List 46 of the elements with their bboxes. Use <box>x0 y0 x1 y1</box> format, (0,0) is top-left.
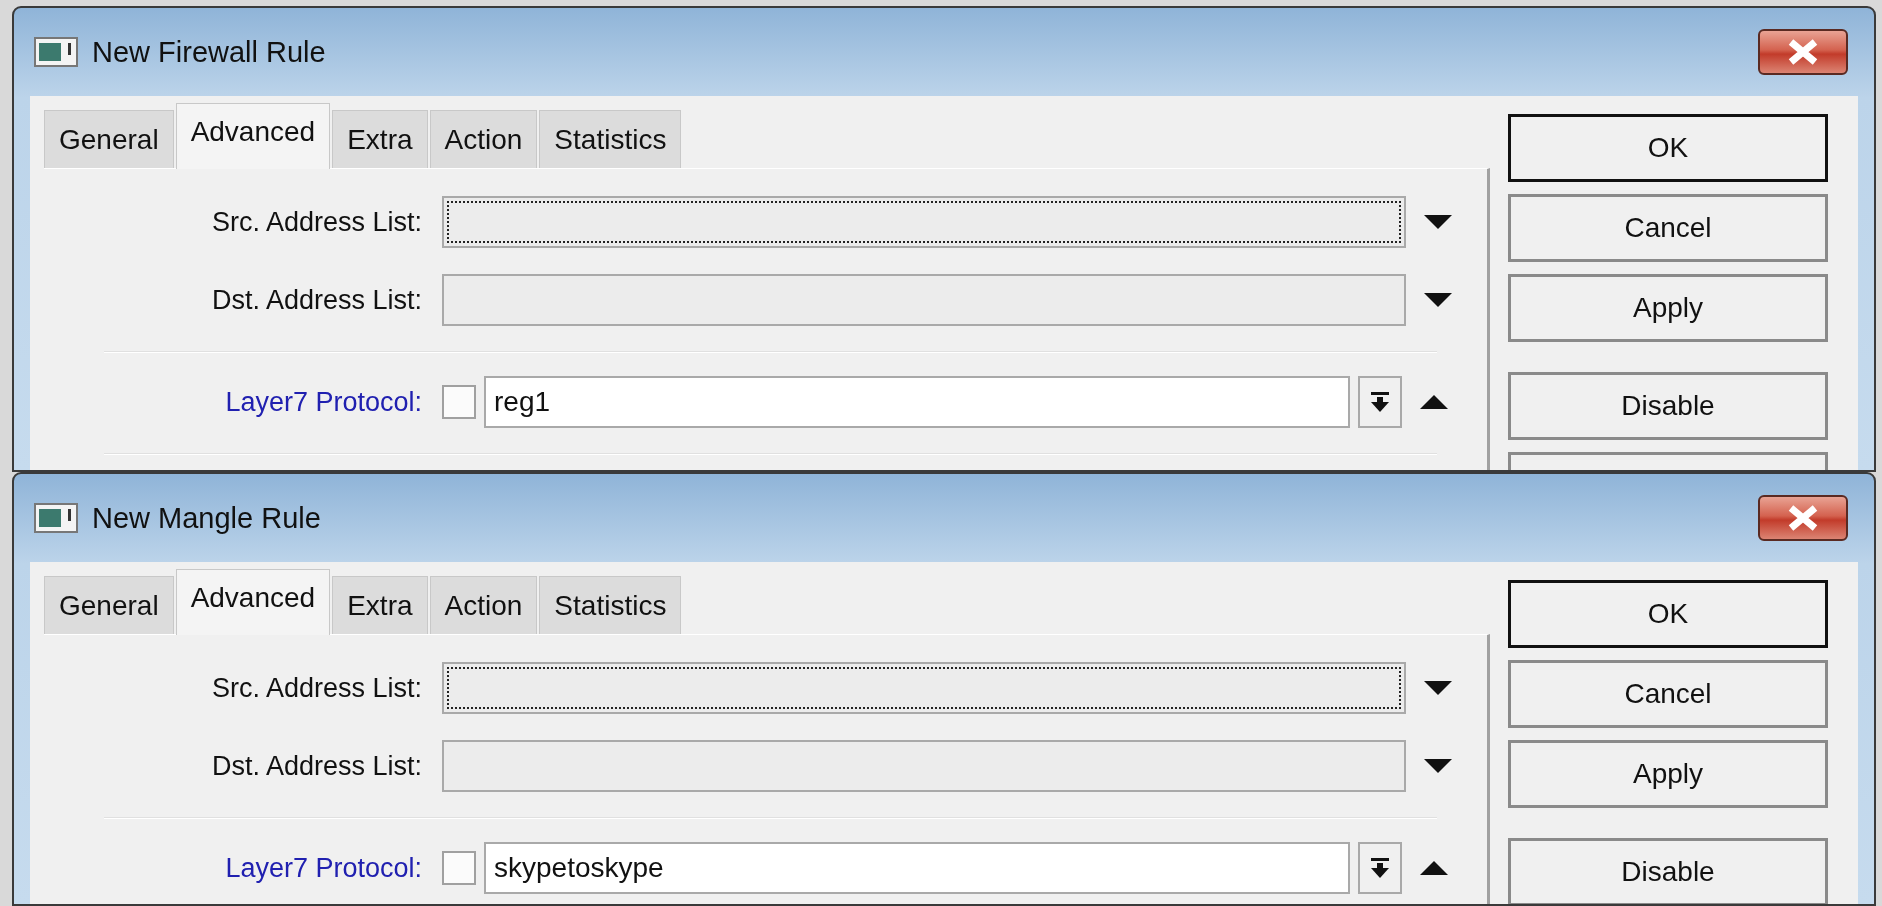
address-list-dropdown[interactable] <box>442 196 1406 248</box>
dropdown-arrow-icon[interactable] <box>1422 291 1454 309</box>
window-title: New Mangle Rule <box>92 501 322 535</box>
tab[interactable]: Extra <box>332 576 428 634</box>
close-button[interactable] <box>1758 29 1848 75</box>
address-list-dropdown[interactable] <box>442 662 1406 714</box>
dropdown-arrow-icon[interactable] <box>1422 679 1454 697</box>
dialog-button[interactable]: Cancel <box>1508 194 1828 262</box>
dialog-button[interactable]: OK <box>1508 114 1828 182</box>
tab[interactable]: Extra <box>332 110 428 168</box>
field-label: Src. Address List: <box>210 672 422 704</box>
field-label: Layer7 Protocol: <box>224 852 422 884</box>
dialog-button[interactable]: Apply <box>1508 274 1828 342</box>
tab[interactable]: Statistics <box>539 110 682 168</box>
negate-checkbox[interactable] <box>442 385 476 419</box>
dialog-button[interactable]: Disable <box>1508 838 1828 904</box>
collapse-arrow-icon[interactable] <box>1418 859 1450 877</box>
tab[interactable]: Advanced <box>175 569 331 635</box>
field-label: Src. Address List: <box>210 206 422 238</box>
tab[interactable]: General <box>44 110 174 168</box>
field-label: Dst. Address List: <box>210 750 422 782</box>
tab[interactable]: Statistics <box>539 576 682 634</box>
dialog-button[interactable]: Cancel <box>1508 660 1828 728</box>
close-button[interactable] <box>1758 495 1848 541</box>
field-label: Dst. Address List: <box>210 284 422 316</box>
collapse-arrow-icon[interactable] <box>1418 393 1450 411</box>
dialog-button[interactable]: OK <box>1508 580 1828 648</box>
dropdown-button[interactable] <box>1358 842 1402 894</box>
window-title: New Firewall Rule <box>92 35 327 69</box>
tab[interactable]: Advanced <box>175 103 331 169</box>
tab[interactable]: General <box>44 576 174 634</box>
dropdown-arrow-icon[interactable] <box>1422 757 1454 775</box>
dropdown-arrow-icon[interactable] <box>1369 857 1391 879</box>
protocol-field[interactable]: reg1 <box>484 376 1350 428</box>
dropdown-arrow-icon[interactable] <box>1422 213 1454 231</box>
window-icon <box>34 503 78 533</box>
dropdown-button[interactable] <box>1358 376 1402 428</box>
field-label: Layer7 Protocol: <box>224 386 422 418</box>
negate-checkbox[interactable] <box>442 851 476 885</box>
tab[interactable]: Action <box>429 576 538 634</box>
dropdown-arrow-icon[interactable] <box>1369 391 1391 413</box>
tab[interactable]: Action <box>429 110 538 168</box>
window-icon <box>34 37 78 67</box>
dialog-button[interactable]: Apply <box>1508 740 1828 808</box>
dialog-button[interactable]: Disable <box>1508 372 1828 440</box>
protocol-field[interactable]: skypetoskype <box>484 842 1350 894</box>
